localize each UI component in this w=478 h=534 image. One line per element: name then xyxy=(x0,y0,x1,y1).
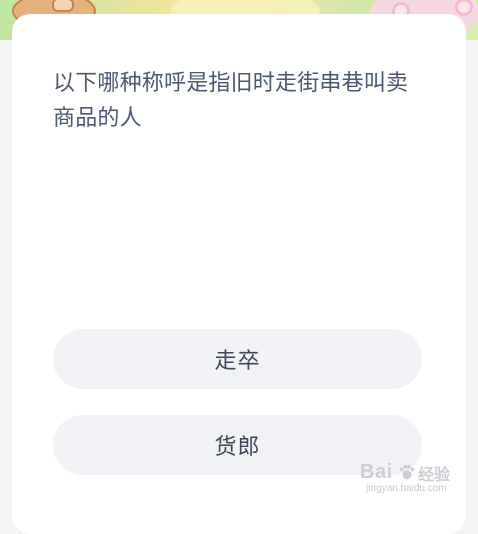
answer-option-1[interactable]: 走卒 xyxy=(53,329,422,389)
baidu-paw-icon xyxy=(399,464,415,480)
baidu-jingyan-watermark: Bai 经验 jingyan.baidu.com xyxy=(360,461,452,495)
watermark-brand: Bai xyxy=(360,461,393,483)
question-text: 以下哪种称呼是指旧时走街串巷叫卖商品的人 xyxy=(53,71,409,131)
watermark-url: jingyan.baidu.com xyxy=(366,483,447,494)
question-card: 以下哪种称呼是指旧时走街串巷叫卖商品的人 走卒 货郎 xyxy=(12,14,466,534)
character-accessory xyxy=(52,0,74,12)
watermark-brand-suffix: 经验 xyxy=(418,467,451,484)
